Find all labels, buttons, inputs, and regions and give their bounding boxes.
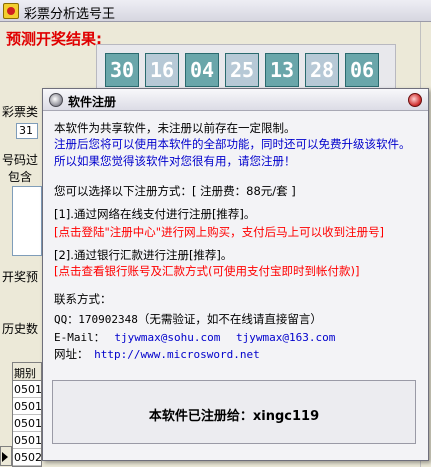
lottery-type-label: 彩票类: [2, 105, 39, 119]
register-dialog: 软件注册 本软件为共享软件，未注册以前存在一定限制。 注册后您将可以使用本软件的…: [42, 88, 429, 461]
predicted-numbers-panel: 30 16 04 25 13 28 06: [96, 44, 396, 94]
method-1-link[interactable]: [点击登陆"注册中心"进行网上购买，支付后马上可以收到注册号]: [54, 225, 384, 240]
predicted-number-5: 13: [265, 53, 299, 87]
close-icon[interactable]: [408, 93, 422, 107]
qq-note: （无需验证，如不在线请直接留言）: [137, 312, 322, 326]
predicted-number-7: 06: [345, 53, 379, 87]
history-label: 历史数: [2, 322, 39, 336]
qq-value: 170902348: [78, 313, 138, 326]
table-row[interactable]: 0502: [13, 449, 42, 466]
predicted-number-6: 28: [305, 53, 339, 87]
table-row[interactable]: 0501: [13, 432, 42, 449]
grid-header: 期别: [13, 363, 41, 381]
table-row[interactable]: 0501: [13, 398, 42, 415]
intro-line-1: 本软件为共享软件，未注册以前存在一定限制。: [54, 121, 296, 135]
method-2-link[interactable]: [点击查看银行账号及汇款方式(可使用支付宝即时到帐付款)]: [54, 264, 359, 279]
main-titlebar: 彩票分析选号王: [0, 0, 431, 22]
window-title: 彩票分析选号王: [24, 7, 116, 22]
method-1: [1].通过网络在线支付进行注册[推荐]。: [54, 207, 256, 221]
contact-label: 联系方式：: [54, 292, 112, 306]
predicted-number-2: 16: [145, 53, 179, 87]
table-row[interactable]: 0501: [13, 415, 42, 432]
predicted-number-4: 25: [225, 53, 259, 87]
contains-listbox[interactable]: [12, 186, 42, 256]
dialog-icon: [49, 93, 63, 107]
registered-to: 本软件已注册给：xingc119: [148, 409, 320, 424]
predicted-number-1: 30: [105, 53, 139, 87]
table-row[interactable]: 0501: [13, 381, 42, 398]
dialog-titlebar: 软件注册: [43, 89, 428, 111]
predicted-number-3: 04: [185, 53, 219, 87]
email-link-2[interactable]: tjywmax@163.com: [236, 331, 335, 344]
email-label: E-Mail：: [54, 331, 105, 344]
methods-line: 您可以选择以下注册方式：[ 注册费：88元/套 ]: [54, 184, 296, 198]
intro-line-3: 所以如果您觉得该软件对您很有用，请您注册！: [54, 154, 296, 168]
site-link[interactable]: http://www.microsword.net: [94, 348, 260, 361]
row-pointer-icon: [2, 452, 8, 462]
open-predict-label: 开奖预: [2, 270, 39, 284]
predict-label: 预测开奖结果:: [6, 30, 102, 48]
app-icon: [3, 3, 19, 19]
email-line: E-Mail： tjywmax@sohu.com tjywmax@163.com: [54, 330, 335, 345]
number-filter-label: 号码过: [2, 153, 39, 167]
history-grid[interactable]: 期别 0501 0501 0501 0501 0502: [12, 362, 42, 467]
email-link-1[interactable]: tjywmax@sohu.com: [114, 331, 220, 344]
lottery-type-field[interactable]: 31: [16, 123, 38, 139]
site-line: 网址： http://www.microsword.net: [54, 347, 260, 362]
method-2: [2].通过银行汇款进行注册[推荐]。: [54, 248, 233, 262]
intro-line-2: 注册后您将可以使用本软件的全部功能，同时还可以免费升级该软件。: [54, 137, 411, 151]
qq-line: QQ：170902348（无需验证，如不在线请直接留言）: [54, 312, 322, 327]
site-label: 网址：: [54, 347, 89, 361]
contains-label: 包含: [8, 170, 33, 184]
registration-status-box: 本软件已注册给：xingc119: [52, 380, 416, 444]
qq-label: QQ：: [54, 313, 79, 326]
dialog-title: 软件注册: [68, 95, 117, 109]
